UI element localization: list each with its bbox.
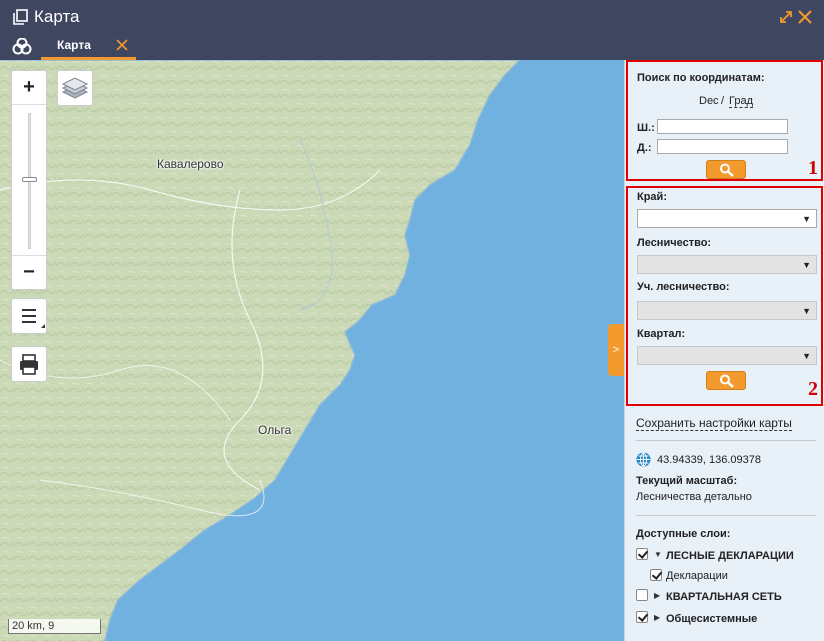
zoom-slider-handle[interactable] <box>22 176 37 182</box>
coord-search-title: Поиск по координатам: <box>637 72 765 84</box>
expand-icon[interactable] <box>779 10 793 24</box>
region-select[interactable]: ▼ <box>637 209 817 228</box>
region-label: Край: <box>637 191 667 203</box>
cursor-coordinates: 43.94339, 136.09378 <box>657 454 761 466</box>
scale-bar: 20 km, 9 <box>8 619 101 634</box>
scale-title: Текущий масштаб: <box>636 475 738 487</box>
basemap-layers-button[interactable] <box>57 70 93 106</box>
forestry-select[interactable]: ▼ <box>637 255 817 274</box>
lon-label: Д.: <box>637 142 652 154</box>
layer-label: ЛЕСНЫЕ ДЕКЛАРАЦИИ <box>666 550 794 562</box>
map-canvas[interactable]: Кавалерово Ольга + − 20 km, 9 > <box>0 60 624 641</box>
layers-icon <box>61 77 89 99</box>
area-search-box: Край: ▼ Лесничество: ▼ Уч. лесничество: … <box>626 186 823 406</box>
subforestry-label: Уч. лесничество: <box>637 281 730 293</box>
layer-label: Общесистемные <box>666 613 758 625</box>
search-icon <box>720 374 734 388</box>
divider <box>636 440 816 441</box>
close-window-icon[interactable] <box>797 9 813 25</box>
scale-value: Лесничества детально <box>636 491 752 503</box>
quarter-label: Квартал: <box>637 328 686 340</box>
tab-map[interactable]: Карта <box>41 34 136 60</box>
layers-home-icon[interactable] <box>12 38 32 55</box>
expand-triangle-icon[interactable]: ▶ <box>654 591 660 600</box>
window-title: Карта <box>34 7 80 26</box>
side-panel: Поиск по координатам: Dec / Град Ш.: Д.:… <box>624 60 824 641</box>
area-search-button[interactable] <box>706 371 746 390</box>
copy-window-icon <box>13 9 28 25</box>
close-tab-icon[interactable] <box>116 39 128 51</box>
map-terrain <box>0 60 522 641</box>
tab-bar: Карта <box>0 34 824 60</box>
annotation-number-1: 1 <box>808 157 818 179</box>
tab-map-label: Карта <box>57 38 91 52</box>
printer-icon <box>20 354 38 375</box>
search-icon <box>720 163 734 177</box>
quarter-select[interactable]: ▼ <box>637 346 817 365</box>
print-button[interactable] <box>11 346 47 382</box>
layer-checkbox[interactable] <box>636 548 648 560</box>
layer-checkbox[interactable] <box>636 611 648 623</box>
coord-search-box: Поиск по координатам: Dec / Град Ш.: Д.:… <box>626 60 823 181</box>
zoom-in-button[interactable]: + <box>12 71 46 105</box>
format-deg-link[interactable]: Град <box>729 95 753 108</box>
format-separator: / <box>721 95 725 107</box>
dropdown-arrow-icon: ▼ <box>802 306 811 316</box>
expand-triangle-icon[interactable]: ▶ <box>654 613 660 622</box>
panel-toggle-button[interactable]: > <box>608 324 624 376</box>
lat-label: Ш.: <box>637 122 655 134</box>
expand-triangle-icon[interactable]: ▼ <box>654 550 662 559</box>
format-dec-link[interactable]: Dec <box>699 95 719 107</box>
layer-label: Декларации <box>666 570 728 582</box>
coord-search-button[interactable] <box>706 160 746 179</box>
globe-icon <box>636 452 651 467</box>
zoom-out-button[interactable]: − <box>12 255 46 289</box>
dropdown-arrow-icon: ▼ <box>802 351 811 361</box>
layers-title: Доступные слои: <box>636 528 731 540</box>
hamburger-icon <box>22 309 45 328</box>
annotation-number-2: 2 <box>808 378 818 400</box>
place-label: Ольга <box>258 423 292 437</box>
forestry-label: Лесничество: <box>637 237 712 249</box>
layer-checkbox[interactable] <box>650 569 662 581</box>
zoom-control: + − <box>11 70 47 290</box>
layer-checkbox[interactable] <box>636 589 648 601</box>
lon-input[interactable] <box>657 139 788 154</box>
dropdown-arrow-icon: ▼ <box>802 260 811 270</box>
menu-button[interactable] <box>11 298 47 334</box>
divider <box>636 515 816 516</box>
lat-input[interactable] <box>657 119 788 134</box>
place-label: Кавалерово <box>157 157 224 171</box>
layer-label: КВАРТАЛЬНАЯ СЕТЬ <box>666 591 782 603</box>
save-map-settings-link[interactable]: Сохранить настройки карты <box>636 417 792 431</box>
subforestry-select[interactable]: ▼ <box>637 301 817 320</box>
title-bar: Карта <box>0 0 824 34</box>
dropdown-arrow-icon: ▼ <box>802 214 811 224</box>
